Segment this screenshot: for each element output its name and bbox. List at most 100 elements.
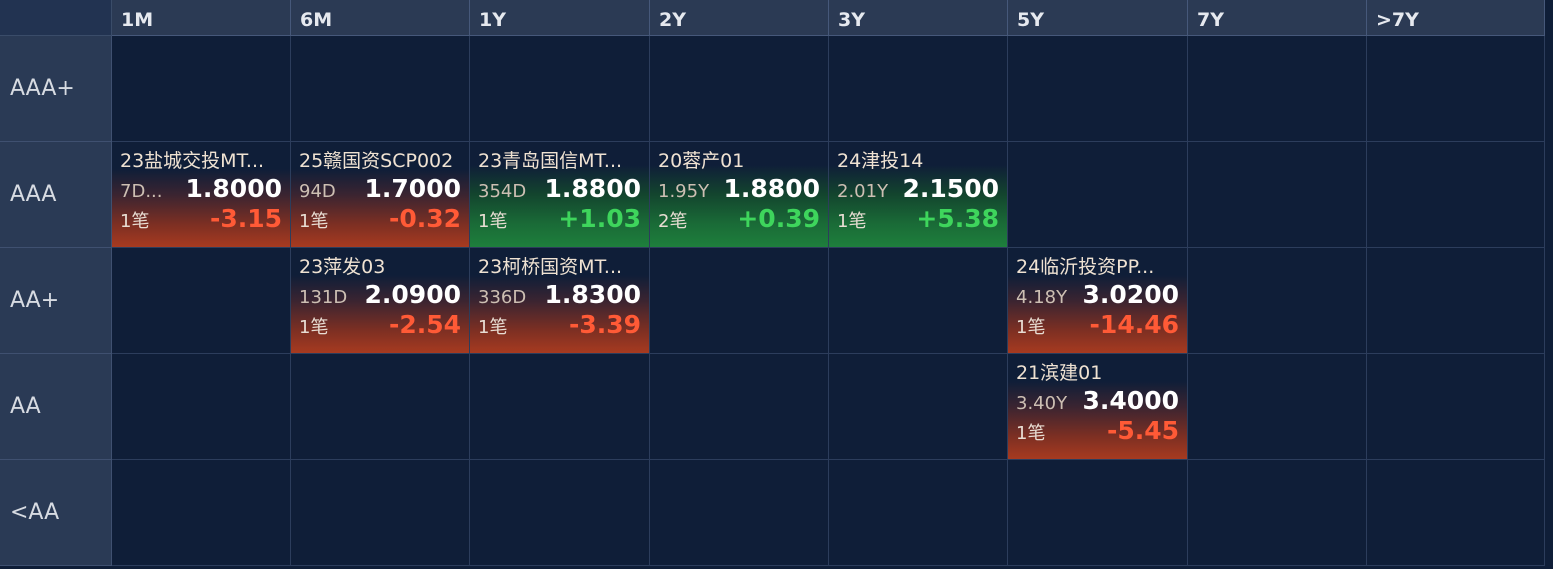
remaining-term: 336D bbox=[478, 287, 527, 308]
bond-card[interactable]: 23盐城交投MT... 7D... 1.8000 1笔 -3.15 bbox=[112, 142, 290, 247]
matrix-cell: 23柯桥国资MT... 336D 1.8300 1笔 -3.39 bbox=[470, 248, 650, 354]
matrix-cell bbox=[1188, 354, 1367, 460]
card-count-change-row: 1笔 -3.15 bbox=[120, 204, 282, 234]
row-header-2: AA+ bbox=[0, 248, 112, 354]
card-term-price-row: 94D 1.7000 bbox=[299, 174, 461, 204]
matrix-cell bbox=[470, 354, 650, 460]
card-count-change-row: 1笔 -0.32 bbox=[299, 204, 461, 234]
yield-price: 3.0200 bbox=[1082, 280, 1179, 309]
remaining-term: 354D bbox=[478, 181, 527, 202]
card-term-price-row: 4.18Y 3.0200 bbox=[1016, 280, 1179, 310]
remaining-term: 94D bbox=[299, 181, 336, 202]
trade-count: 1笔 bbox=[299, 211, 329, 232]
trade-count: 1笔 bbox=[1016, 317, 1046, 338]
bp-change: +1.03 bbox=[558, 204, 641, 233]
card-term-price-row: 336D 1.8300 bbox=[478, 280, 641, 310]
remaining-term: 2.01Y bbox=[837, 181, 889, 202]
yield-price: 1.7000 bbox=[364, 174, 461, 203]
column-header-0[interactable]: 1M bbox=[112, 0, 291, 36]
row-header-1: AAA bbox=[0, 142, 112, 248]
matrix-cell bbox=[112, 354, 291, 460]
matrix-cell bbox=[1188, 248, 1367, 354]
column-header-2[interactable]: 1Y bbox=[470, 0, 650, 36]
bond-card[interactable]: 23萍发03 131D 2.0900 1笔 -2.54 bbox=[291, 248, 469, 353]
matrix-cell bbox=[1367, 248, 1545, 354]
card-term-price-row: 131D 2.0900 bbox=[299, 280, 461, 310]
trade-count: 1笔 bbox=[837, 211, 867, 232]
bp-change: -2.54 bbox=[388, 310, 461, 339]
matrix-cell bbox=[829, 460, 1008, 566]
remaining-term: 7D... bbox=[120, 181, 163, 202]
column-header-3[interactable]: 2Y bbox=[650, 0, 829, 36]
bp-change: -3.39 bbox=[568, 310, 641, 339]
matrix-cell: 24临沂投资PP... 4.18Y 3.0200 1笔 -14.46 bbox=[1008, 248, 1188, 354]
yield-price: 1.8000 bbox=[185, 174, 282, 203]
card-count-change-row: 1笔 -14.46 bbox=[1016, 310, 1179, 340]
matrix-cell bbox=[650, 248, 829, 354]
bond-card[interactable]: 21滨建01 3.40Y 3.4000 1笔 -5.45 bbox=[1008, 354, 1187, 459]
matrix-cell bbox=[1188, 36, 1367, 142]
remaining-term: 3.40Y bbox=[1016, 393, 1068, 414]
matrix-cell bbox=[829, 354, 1008, 460]
bond-card[interactable]: 24临沂投资PP... 4.18Y 3.0200 1笔 -14.46 bbox=[1008, 248, 1187, 353]
column-header-5[interactable]: 5Y bbox=[1008, 0, 1188, 36]
row-header-3: AA bbox=[0, 354, 112, 460]
matrix-cell bbox=[112, 248, 291, 354]
yield-price: 1.8800 bbox=[544, 174, 641, 203]
card-count-change-row: 1笔 -5.45 bbox=[1016, 416, 1179, 446]
matrix-cell bbox=[650, 354, 829, 460]
bp-change: -14.46 bbox=[1089, 310, 1179, 339]
matrix-cell bbox=[291, 460, 470, 566]
matrix-cell bbox=[829, 248, 1008, 354]
row-header-label: AA+ bbox=[10, 288, 60, 313]
trade-count: 1笔 bbox=[299, 317, 329, 338]
matrix-cell: 23青岛国信MT... 354D 1.8800 1笔 +1.03 bbox=[470, 142, 650, 248]
matrix-cell bbox=[1188, 460, 1367, 566]
card-count-change-row: 1笔 -3.39 bbox=[478, 310, 641, 340]
column-header-1[interactable]: 6M bbox=[291, 0, 470, 36]
matrix-cell bbox=[1367, 354, 1545, 460]
matrix-cell bbox=[112, 36, 291, 142]
matrix-cell: 21滨建01 3.40Y 3.4000 1笔 -5.45 bbox=[1008, 354, 1188, 460]
bp-change: +0.39 bbox=[737, 204, 820, 233]
matrix-corner bbox=[0, 0, 112, 36]
bp-change: +5.38 bbox=[916, 204, 999, 233]
bond-name: 20蓉产01 bbox=[658, 150, 745, 172]
matrix-cell bbox=[291, 36, 470, 142]
matrix-cell: 23盐城交投MT... 7D... 1.8000 1笔 -3.15 bbox=[112, 142, 291, 248]
trade-count: 1笔 bbox=[120, 211, 150, 232]
bond-name: 21滨建01 bbox=[1016, 362, 1103, 384]
column-header-6[interactable]: 7Y bbox=[1188, 0, 1367, 36]
bond-card[interactable]: 23柯桥国资MT... 336D 1.8300 1笔 -3.39 bbox=[470, 248, 649, 353]
column-header-4[interactable]: 3Y bbox=[829, 0, 1008, 36]
yield-price: 1.8800 bbox=[723, 174, 820, 203]
bond-card[interactable]: 25赣国资SCP002 94D 1.7000 1笔 -0.32 bbox=[291, 142, 469, 247]
matrix-cell bbox=[1008, 36, 1188, 142]
card-term-price-row: 354D 1.8800 bbox=[478, 174, 641, 204]
remaining-term: 4.18Y bbox=[1016, 287, 1068, 308]
bp-change: -3.15 bbox=[209, 204, 282, 233]
matrix-cell: 25赣国资SCP002 94D 1.7000 1笔 -0.32 bbox=[291, 142, 470, 248]
column-header-7[interactable]: >7Y bbox=[1367, 0, 1545, 36]
matrix-cell bbox=[1008, 460, 1188, 566]
matrix-cell bbox=[1008, 142, 1188, 248]
bond-name: 24临沂投资PP... bbox=[1016, 256, 1155, 278]
bond-card[interactable]: 23青岛国信MT... 354D 1.8800 1笔 +1.03 bbox=[470, 142, 649, 247]
bond-name: 23青岛国信MT... bbox=[478, 150, 623, 172]
bond-card[interactable]: 24津投14 2.01Y 2.1500 1笔 +5.38 bbox=[829, 142, 1007, 247]
card-term-price-row: 7D... 1.8000 bbox=[120, 174, 282, 204]
trade-count: 2笔 bbox=[658, 211, 688, 232]
remaining-term: 131D bbox=[299, 287, 348, 308]
card-term-price-row: 2.01Y 2.1500 bbox=[837, 174, 999, 204]
matrix-cell bbox=[112, 460, 291, 566]
matrix-cell: 23萍发03 131D 2.0900 1笔 -2.54 bbox=[291, 248, 470, 354]
bp-change: -0.32 bbox=[388, 204, 461, 233]
yield-price: 2.0900 bbox=[364, 280, 461, 309]
matrix-cell bbox=[291, 354, 470, 460]
matrix-cell bbox=[470, 460, 650, 566]
trade-count: 1笔 bbox=[1016, 423, 1046, 444]
yield-price: 1.8300 bbox=[544, 280, 641, 309]
bond-card[interactable]: 20蓉产01 1.95Y 1.8800 2笔 +0.39 bbox=[650, 142, 828, 247]
bond-name: 23柯桥国资MT... bbox=[478, 256, 623, 278]
card-count-change-row: 1笔 -2.54 bbox=[299, 310, 461, 340]
